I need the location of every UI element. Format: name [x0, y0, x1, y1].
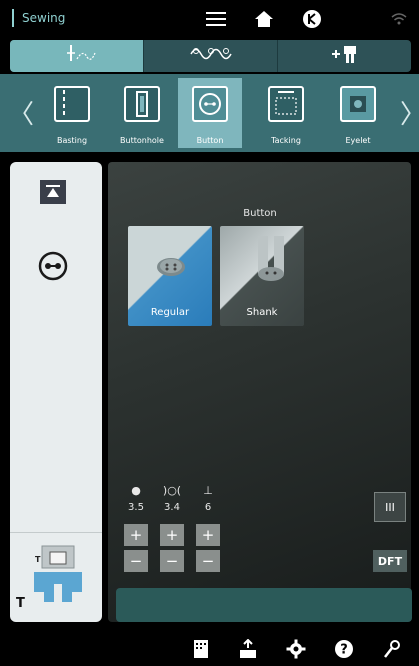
tools-icon[interactable]	[380, 638, 404, 660]
needle-up-down-icon[interactable]	[40, 180, 66, 204]
stitch-label: Tacking	[271, 136, 301, 145]
stitch-tacking[interactable]: Tacking	[254, 78, 318, 148]
decrease-button[interactable]: −	[196, 550, 220, 572]
buttonhole-icon	[124, 86, 160, 122]
setting-value: 3.4	[164, 502, 180, 513]
top-bar: Sewing	[0, 0, 419, 38]
eyelet-icon	[340, 86, 376, 122]
stitch-buttonhole[interactable]: Buttonhole	[110, 78, 174, 148]
info-bar	[116, 588, 412, 622]
stitch-selector: 〈 Basting Buttonhole Button Tacking Eyel…	[0, 74, 419, 152]
menu-icon[interactable]	[203, 6, 229, 32]
plus-presser-foot-icon	[330, 43, 360, 69]
divider	[10, 532, 102, 533]
shank-foot-image	[254, 234, 288, 288]
stitch-label: Basting	[56, 136, 88, 145]
increase-button[interactable]: +	[124, 524, 148, 546]
stitch-eyelet[interactable]: Eyelet	[326, 78, 390, 148]
stitch-width-icon: )○(	[162, 484, 182, 497]
stitch-button[interactable]: Button	[178, 78, 242, 148]
stitch-position-icon[interactable]	[37, 250, 69, 282]
button-icon: ●	[131, 484, 141, 497]
setting-value: 6	[204, 502, 212, 513]
tab-decorative-menu[interactable]	[144, 40, 278, 72]
tab-add-menu[interactable]	[278, 40, 411, 72]
presser-foot-icon: ⊥	[203, 484, 213, 497]
stitch-label: Eyelet	[345, 136, 371, 145]
needle-stitch-icon	[57, 43, 97, 69]
decrease-button[interactable]: −	[160, 550, 184, 572]
mode-toggle-icon[interactable]	[299, 6, 325, 32]
left-panel: T T	[10, 162, 102, 622]
settings-icon[interactable]	[284, 638, 308, 660]
basting-icon	[54, 86, 90, 122]
thread-tension-button[interactable]: III	[374, 492, 406, 522]
tacking-icon	[268, 86, 304, 122]
option-label: Shank	[246, 307, 278, 318]
tab-stitch-menu[interactable]	[10, 40, 144, 72]
scroll-right-icon[interactable]: 〉	[400, 94, 419, 131]
main-area: Button Regular Shank ● )○( ⊥ 3.5 3.4 6 +…	[108, 162, 411, 622]
increase-button[interactable]: +	[160, 524, 184, 546]
setting-value: 3.5	[128, 502, 144, 513]
app-title: Sewing	[12, 9, 65, 27]
option-label: Regular	[150, 307, 190, 318]
file-icon[interactable]	[189, 638, 213, 660]
option-regular[interactable]: Regular	[128, 226, 212, 326]
presser-foot-image[interactable]	[32, 544, 84, 606]
sew-button-icon	[192, 86, 228, 122]
foot-badge: T	[35, 555, 41, 564]
stitch-basting[interactable]: Basting	[40, 78, 104, 148]
scroll-left-icon[interactable]: 〈	[8, 94, 34, 131]
increase-button[interactable]: +	[196, 524, 220, 546]
button-image	[156, 256, 186, 282]
menu-tabs	[10, 40, 411, 72]
dft-button[interactable]: DFT	[373, 550, 407, 572]
help-icon[interactable]: ?	[332, 638, 356, 660]
svg-text:?: ?	[340, 643, 348, 658]
bottom-bar: ?	[0, 630, 419, 666]
decrease-button[interactable]: −	[124, 550, 148, 572]
stitch-label: Button	[196, 136, 224, 145]
stitch-label: Buttonhole	[120, 136, 164, 145]
wifi-icon[interactable]	[386, 6, 412, 32]
decorative-stitch-icon	[188, 43, 234, 69]
save-icon[interactable]	[236, 638, 260, 660]
home-icon[interactable]	[251, 6, 277, 32]
option-shank[interactable]: Shank	[220, 226, 304, 326]
presser-foot-label: T	[16, 596, 25, 611]
page-title: Button	[243, 208, 277, 219]
